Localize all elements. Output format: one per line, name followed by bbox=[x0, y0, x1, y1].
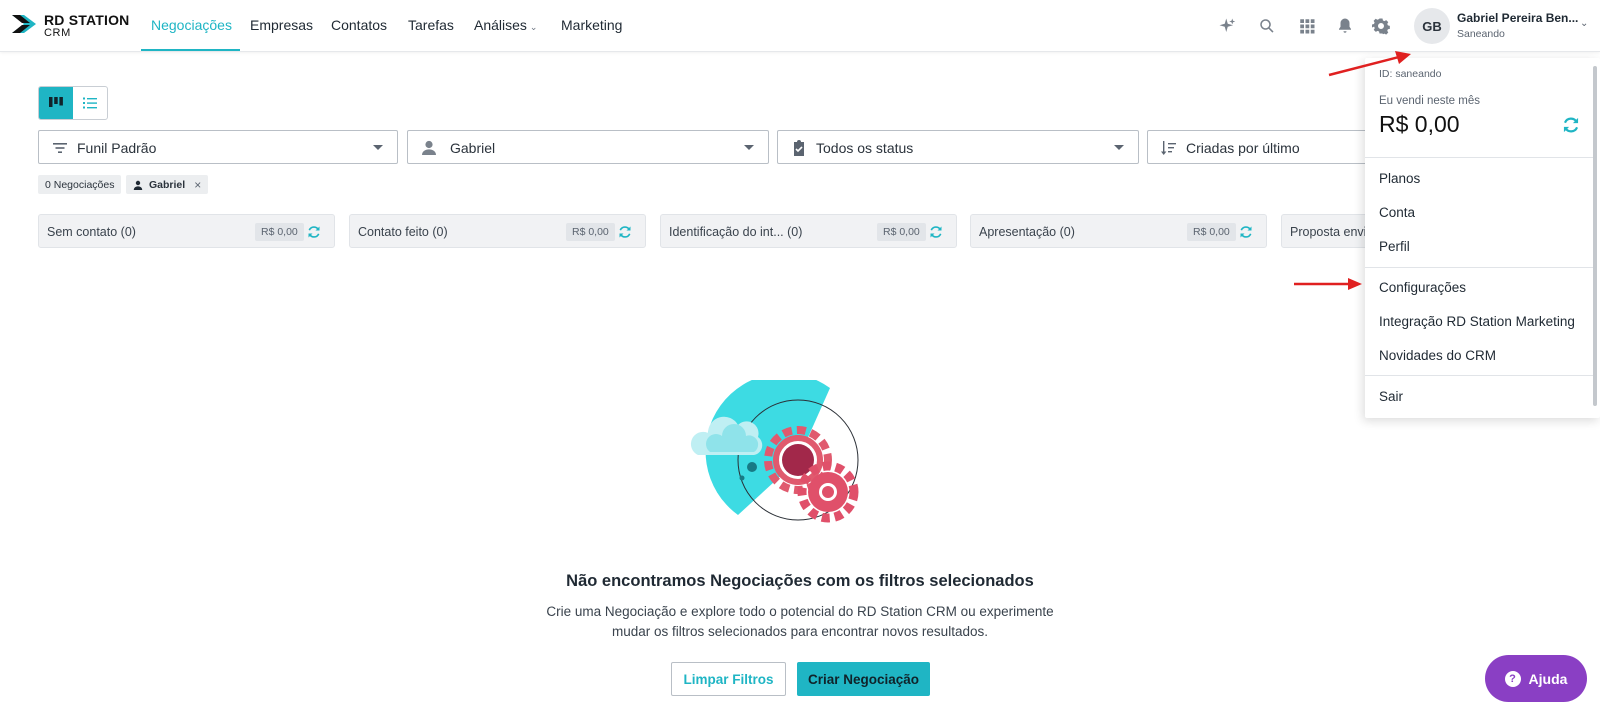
kanban-view-button[interactable] bbox=[39, 87, 73, 119]
nav-contatos[interactable]: Contatos bbox=[331, 17, 387, 33]
filter-lines-icon bbox=[53, 143, 67, 153]
stage-total-value: R$ 0,00 bbox=[1187, 223, 1236, 241]
pipeline-filter[interactable]: Funil Padrão bbox=[38, 130, 398, 164]
owner-filter-value: Gabriel bbox=[450, 140, 496, 156]
stage-name: Apresentação (0) bbox=[979, 225, 1075, 239]
user-name[interactable]: Gabriel Pereira Ben... bbox=[1457, 11, 1578, 25]
stage-column-header: Contato feito (0) R$ 0,00 bbox=[349, 214, 646, 248]
view-toggle bbox=[38, 86, 108, 120]
sort-filter-value: Criadas por último bbox=[1186, 140, 1300, 156]
sparkle-icon[interactable] bbox=[1216, 15, 1238, 37]
user-menu-dropdown: ID: saneando Eu vendi neste mês R$ 0,00 … bbox=[1365, 58, 1600, 418]
stage-column-header: Identificação do int... (0) R$ 0,00 bbox=[660, 214, 957, 248]
stage-column-header: Apresentação (0) R$ 0,00 bbox=[970, 214, 1267, 248]
gear-icon[interactable] bbox=[1370, 15, 1392, 37]
status-filter[interactable]: Todos os status bbox=[777, 130, 1139, 164]
stage-total-value: R$ 0,00 bbox=[255, 223, 304, 241]
stage-column-header: Sem contato (0) R$ 0,00 bbox=[38, 214, 335, 248]
refresh-icon[interactable] bbox=[1239, 225, 1253, 239]
active-filter-chip: Gabriel × bbox=[126, 175, 209, 194]
rd-station-logo[interactable]: RD STATION CRM bbox=[10, 12, 130, 40]
menu-item-novidades[interactable]: Novidades do CRM bbox=[1379, 348, 1496, 363]
nav-analises-label: Análises bbox=[474, 17, 527, 33]
question-icon: ? bbox=[1504, 670, 1521, 687]
caret-down-icon bbox=[744, 145, 754, 150]
clipboard-check-icon bbox=[794, 140, 804, 156]
owner-filter[interactable]: Gabriel bbox=[407, 130, 769, 164]
close-icon[interactable]: × bbox=[194, 178, 201, 192]
menu-item-configuracoes[interactable]: Configurações bbox=[1379, 280, 1466, 295]
stage-total-value: R$ 0,00 bbox=[566, 223, 615, 241]
nav-empresas[interactable]: Empresas bbox=[250, 17, 313, 33]
pipeline-filter-value: Funil Padrão bbox=[77, 140, 157, 156]
stage-name: Contato feito (0) bbox=[358, 225, 448, 239]
help-button[interactable]: ? Ajuda bbox=[1485, 655, 1587, 702]
menu-item-integracao-marketing[interactable]: Integração RD Station Marketing bbox=[1379, 314, 1575, 329]
caret-down-icon bbox=[1114, 145, 1124, 150]
person-icon bbox=[133, 180, 143, 190]
logo-text-primary: RD STATION bbox=[44, 12, 130, 28]
nav-marketing[interactable]: Marketing bbox=[561, 17, 622, 33]
caret-down-icon bbox=[373, 145, 383, 150]
nav-analises[interactable]: Análises ⌄ bbox=[474, 17, 537, 33]
menu-item-conta[interactable]: Conta bbox=[1379, 205, 1415, 220]
monthly-sales-label: Eu vendi neste mês bbox=[1379, 95, 1481, 107]
annotation-arrow-icon bbox=[1328, 51, 1411, 77]
refresh-icon[interactable] bbox=[307, 225, 321, 239]
search-icon[interactable] bbox=[1256, 15, 1278, 37]
empty-state-title: Não encontramos Negociações com os filtr… bbox=[566, 572, 1034, 590]
deals-count-text: 0 Negociações bbox=[45, 178, 115, 191]
logo-text-secondary: CRM bbox=[44, 27, 71, 39]
list-icon bbox=[83, 97, 97, 109]
sort-icon bbox=[1161, 141, 1176, 155]
menu-item-sair[interactable]: Sair bbox=[1379, 389, 1403, 404]
menu-item-planos[interactable]: Planos bbox=[1379, 171, 1420, 186]
menu-divider bbox=[1365, 267, 1593, 268]
logo-mark-icon bbox=[12, 15, 36, 33]
nav-active-indicator bbox=[141, 49, 240, 51]
empty-state-illustration bbox=[690, 380, 859, 523]
bell-icon[interactable] bbox=[1334, 15, 1356, 37]
refresh-icon[interactable] bbox=[1562, 116, 1580, 134]
stage-name: Identificação do int... (0) bbox=[669, 225, 803, 239]
apps-grid-icon[interactable] bbox=[1296, 15, 1318, 37]
refresh-icon[interactable] bbox=[929, 225, 943, 239]
stage-name: Sem contato (0) bbox=[47, 225, 136, 239]
chevron-down-icon[interactable]: ⌄ bbox=[1580, 18, 1588, 29]
top-navigation: RD STATION CRM Negociações Empresas Cont… bbox=[0, 0, 1600, 52]
status-filter-value: Todos os status bbox=[816, 140, 914, 156]
clear-filters-button[interactable]: Limpar Filtros bbox=[671, 662, 786, 696]
nav-tarefas[interactable]: Tarefas bbox=[408, 17, 454, 33]
list-view-button[interactable] bbox=[73, 87, 107, 119]
chevron-down-icon: ⌄ bbox=[529, 22, 538, 32]
stage-total-value: R$ 0,00 bbox=[877, 223, 926, 241]
nav-negociacoes[interactable]: Negociações bbox=[151, 17, 232, 33]
annotation-arrow-icon bbox=[1294, 278, 1362, 290]
menu-divider bbox=[1365, 157, 1593, 158]
menu-divider bbox=[1365, 375, 1593, 376]
stage-name: Proposta envia bbox=[1290, 225, 1374, 239]
deals-count-badge: 0 Negociações bbox=[38, 175, 122, 194]
dropdown-scrollbar[interactable] bbox=[1593, 66, 1597, 406]
refresh-icon[interactable] bbox=[618, 225, 632, 239]
avatar[interactable]: GB bbox=[1414, 8, 1450, 44]
create-deal-button[interactable]: Criar Negociação bbox=[797, 662, 930, 696]
active-filter-label: Gabriel bbox=[149, 178, 186, 191]
menu-item-perfil[interactable]: Perfil bbox=[1379, 239, 1410, 254]
sort-filter[interactable]: Criadas por último bbox=[1147, 130, 1387, 164]
person-icon bbox=[422, 140, 436, 155]
kanban-icon bbox=[49, 97, 63, 107]
user-organization: Saneando bbox=[1457, 28, 1505, 40]
empty-state-description: Crie uma Negociação e explore todo o pot… bbox=[546, 604, 1054, 639]
help-button-label: Ajuda bbox=[1528, 670, 1568, 687]
monthly-sales-value: R$ 0,00 bbox=[1379, 111, 1460, 137]
